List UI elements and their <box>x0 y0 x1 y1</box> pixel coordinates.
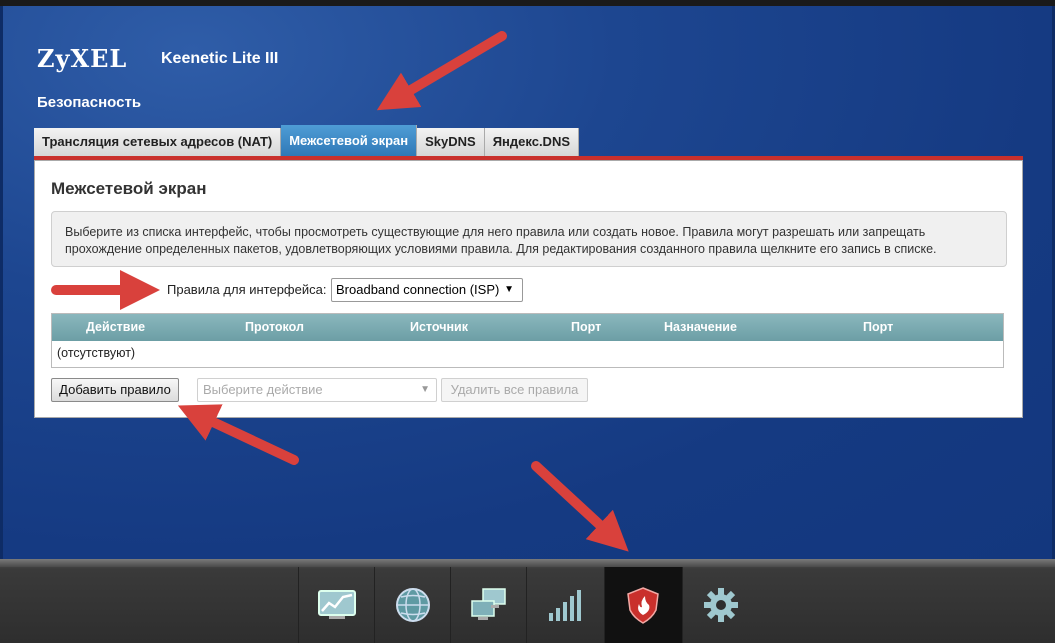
caret-down-icon: ▼ <box>504 284 514 295</box>
column-source[interactable]: Источник <box>410 314 468 341</box>
monitor-chart-icon <box>318 590 356 619</box>
nav-home-network[interactable] <box>450 567 526 643</box>
column-action[interactable]: Действие <box>86 314 145 341</box>
wifi-signal-icon <box>549 590 581 621</box>
column-source-port[interactable]: Порт <box>571 314 601 341</box>
action-select-placeholder: Выберите действие <box>203 382 323 397</box>
nav-monitor[interactable] <box>298 567 374 643</box>
page-title: Безопасность <box>37 94 142 111</box>
delete-all-rules-button[interactable]: Удалить все правила <box>441 378 588 402</box>
firewall-panel: Межсетевой экран Выберите из списка инте… <box>34 160 1023 418</box>
gear-icon <box>704 588 738 622</box>
tab-bar: Трансляция сетевых адресов (NAT) Межсете… <box>34 125 580 156</box>
rules-table: Действие Протокол Источник Порт Назначен… <box>51 313 1004 368</box>
add-rule-button[interactable]: Добавить правило <box>51 378 179 402</box>
tab-nat[interactable]: Трансляция сетевых адресов (NAT) <box>34 128 282 156</box>
nav-wifi[interactable] <box>526 567 602 643</box>
tab-firewall[interactable]: Межсетевой экран <box>281 125 418 156</box>
interface-select[interactable]: Broadband connection (ISP) ▼ <box>331 278 523 302</box>
router-admin-page: ZyXEL Keenetic Lite III Безопасность Тра… <box>0 0 1055 643</box>
info-box: Выберите из списка интерфейс, чтобы прос… <box>51 211 1007 267</box>
column-destination[interactable]: Назначение <box>664 314 737 341</box>
brand-logo: ZyXEL <box>37 44 128 73</box>
interface-select-value: Broadband connection (ISP) <box>336 282 500 297</box>
shield-firewall-icon <box>627 587 659 624</box>
table-empty-row: (отсутствуют) <box>57 346 136 360</box>
caret-down-icon: ▼ <box>420 384 430 395</box>
interface-label: Правила для интерфейса: <box>167 282 327 297</box>
action-select[interactable]: Выберите действие ▼ <box>197 378 437 402</box>
nav-internet[interactable] <box>374 567 450 643</box>
nav-system[interactable] <box>682 567 758 643</box>
tab-skydns[interactable]: SkyDNS <box>417 128 485 156</box>
device-model: Keenetic Lite III <box>161 50 279 67</box>
table-header: Действие Протокол Источник Порт Назначен… <box>52 314 1003 341</box>
nav-security[interactable] <box>604 567 682 643</box>
globe-icon <box>396 588 430 622</box>
column-destination-port[interactable]: Порт <box>863 314 893 341</box>
tab-yandex-dns[interactable]: Яндекс.DNS <box>484 128 580 156</box>
column-protocol[interactable]: Протокол <box>245 314 304 341</box>
bottom-nav-bar <box>0 559 1055 643</box>
bottom-bar-highlight <box>0 559 1055 567</box>
network-computers-icon <box>471 588 506 620</box>
panel-title: Межсетевой экран <box>51 179 207 198</box>
